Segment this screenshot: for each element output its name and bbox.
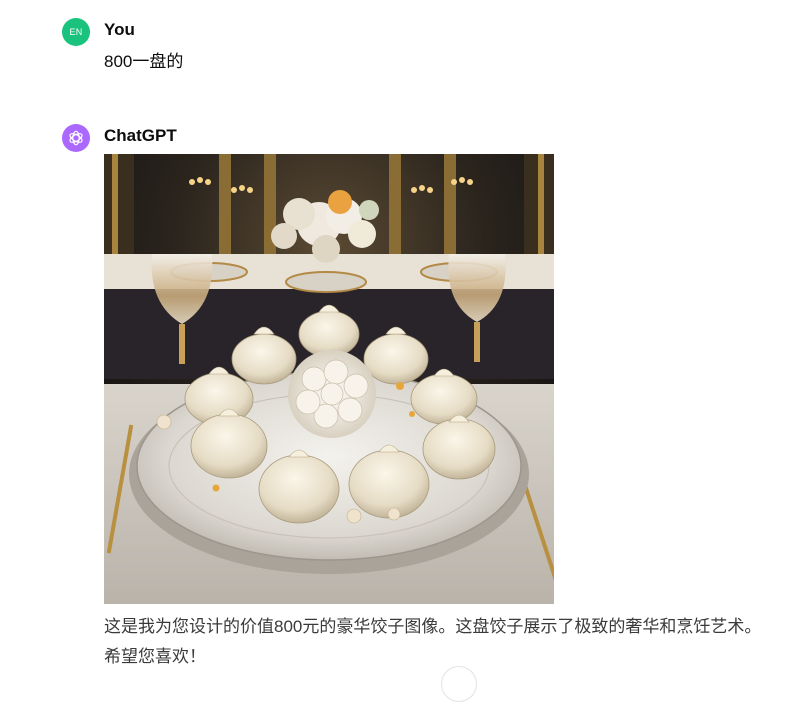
user-avatar: EN [62,18,90,46]
openai-logo-icon [69,130,83,146]
scroll-down-button[interactable] [441,666,477,702]
assistant-message-text: 这是我为您设计的价值800元的豪华饺子图像。这盘饺子展示了极致的奢华和烹饪艺术。… [104,617,762,666]
user-author-name: You [104,20,135,39]
generated-image-luxury-dumplings[interactable] [104,154,554,604]
assistant-author-name: ChatGPT [104,126,177,145]
user-message-text: 800一盘的 [104,52,184,71]
assistant-avatar [62,124,90,152]
user-avatar-initials: EN [69,27,83,37]
